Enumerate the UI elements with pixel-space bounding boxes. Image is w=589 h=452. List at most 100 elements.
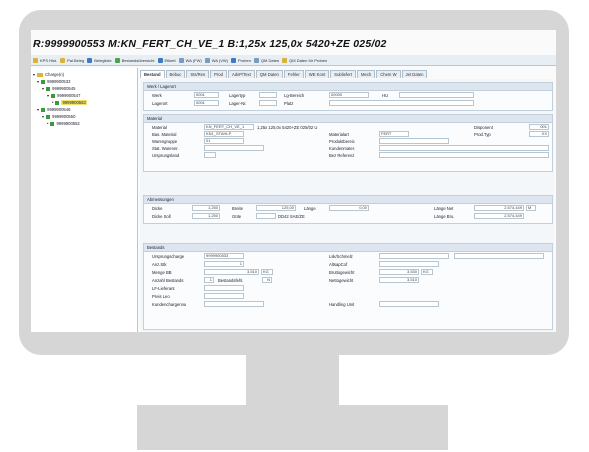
ursprungsland-label: Ursprungsland [152,153,180,158]
ursprungscharge-label: Ursprungscharge [152,254,185,259]
bezreferenz-field[interactable] [379,152,549,158]
kundenmaterial-field[interactable] [379,145,549,151]
laenge-netto-unit[interactable]: M [526,205,536,211]
anzahl-bestands-field[interactable]: 1 [204,277,214,283]
tree-item[interactable]: • 9999900552 [47,121,80,126]
laenge-netto-field[interactable]: 2.574,449 [474,205,524,211]
tab-subliefert[interactable]: Subliefert [330,70,356,78]
basis-material-label: Bas. Material [152,132,177,137]
dicke-field[interactable]: 1,250 [192,205,220,211]
material-field[interactable]: KN_FERT_CH_VE_1 [204,124,254,130]
ursprungscharge-field[interactable]: 9999900533 [204,253,244,259]
guete-field[interactable] [256,213,276,219]
detail-content: Werk / Lagerort Werk 0001 Lagertyp Lg-Be… [140,79,554,332]
group-bestands: Bestands Ursprungscharge 9999900533 Lsk/… [143,243,553,330]
tree-item-selected[interactable]: • 9999900553 [52,100,87,105]
sap-screen: R:9999900553 M:KN_FERT_CH_VE_1 B:1,25x 1… [31,30,556,332]
batch-icon [51,93,56,98]
tab-prod[interactable]: Prod [210,70,227,78]
handling-unit-field[interactable] [379,301,439,307]
statwarenn-field[interactable] [204,145,264,151]
dicke-soll-field[interactable]: 1,250 [192,213,220,219]
platz-field[interactable] [329,100,474,106]
lgbereich-field[interactable]: 00000 [329,92,369,98]
tab-jet-daten[interactable]: Jet Daten [401,70,428,78]
lagernr-label: Lager-Nr. [229,101,247,106]
lagerort-field[interactable]: 0001 [194,100,219,106]
menge-unit[interactable]: KG [261,269,273,275]
ursprungsland-field[interactable] [204,152,216,158]
label-icon [157,57,163,63]
tab-advp-text[interactable]: AdvP/Text [227,70,255,78]
laenge-field[interactable]: 0,00 [329,205,369,211]
anz-stk-field[interactable]: 1 [204,261,244,267]
statwarenn-label: Stat. Warennr. [152,146,179,151]
batch-icon [55,100,60,105]
produktbereich-field[interactable] [379,138,449,144]
bestandsfehl-field[interactable]: N [262,277,272,283]
lagernr-field[interactable] [259,100,277,106]
warengruppe-field[interactable]: 01 [204,138,244,144]
tree-item[interactable]: ▾ 9999900533 [37,79,70,84]
tree-item[interactable]: ▾ 9999900547 [47,93,80,98]
toolbar-qm-daten-proben[interactable]: QM Daten für Proben [282,57,327,63]
tree-item[interactable]: ▾ 9999900550 [42,114,75,119]
laenge-brutto-field[interactable]: 2.574,449 [474,213,524,219]
toolbar-wa-fw[interactable]: WA (FW) [178,57,202,63]
menge-field[interactable]: 3,510 [204,269,259,275]
bestandsfehl-label: Bestandsfehl. [218,278,244,283]
hu-field[interactable] [399,92,474,98]
tab-bebuc[interactable]: Bebuc [165,70,186,78]
bruttogewicht-field[interactable]: 3,530 [379,269,419,275]
lagertyp-field[interactable] [259,92,277,98]
guete-label: Güte [232,214,242,219]
kundenchargennu-field[interactable] [204,301,264,307]
guete-value: DD42 SAE/ZE [278,214,305,219]
tree-root[interactable]: ▾ Charge(n) [33,72,64,77]
toolbar-etikett[interactable]: Etikett [157,57,176,63]
tab-we-kont[interactable]: WE Kont [304,70,330,78]
breite-field[interactable]: 125,00 [256,205,296,211]
tab-sts-res[interactable]: Sts/Res [186,70,210,78]
nettogewicht-field[interactable]: 3,510 [379,277,419,283]
bruttogewicht-unit[interactable]: KG [421,269,433,275]
preis-field[interactable] [204,293,244,299]
batch-icon [50,121,55,126]
dicke-soll-label: Dicke Soll [152,214,171,219]
toolbar-qm-daten[interactable]: QM Daten [253,57,279,63]
toolbar-kps-hist[interactable]: KPS Hist. [33,57,57,63]
tab-bestand[interactable]: Bestand [140,70,165,78]
material-label: Material [152,125,167,130]
toolbar-wa-vw[interactable]: WA (VW) [204,57,228,63]
disponent-field[interactable]: 001 [529,124,549,130]
toolbar-bestandsuebersicht[interactable]: Bestandsübersicht [114,57,155,63]
bruttogewicht-label: Bruttogewicht [329,270,355,275]
materialart-label: Materialart [329,132,349,137]
produktbereich-label: Produktbereic [329,139,355,144]
toolbar-pal-beleg[interactable]: Pal.Beleg [60,57,84,63]
toolbar-proben[interactable]: Proben [231,57,251,63]
prodtyp-field[interactable]: XX [529,131,549,137]
prodtyp-label: Prod.Typ [474,132,491,137]
tab-mech[interactable]: Mech [357,70,376,78]
group-abmessungen: Abmessungen Dicke 1,250 Breite 125,00 Lä… [143,195,553,224]
tab-fehler[interactable]: Fehler [283,70,304,78]
materialart-field[interactable]: FERT [379,131,409,137]
folder-icon [37,72,44,77]
laenge-label: Länge [304,206,316,211]
hu-label: HU [382,93,389,98]
kundenchargennu-label: Kundenchargennu [152,302,187,307]
tab-qm-daten[interactable]: QM Daten [255,70,283,78]
lsk-schmelz-extra-field[interactable] [454,253,544,259]
tab-chem[interactable]: Chem W [376,70,401,78]
sample-icon [231,57,237,63]
toolbar-belegliste[interactable]: Belegliste [87,57,112,63]
basis-material-field[interactable]: KN1_STAHLP [204,131,244,137]
lsk-schmelz-field[interactable] [379,253,449,259]
tree-item[interactable]: ▾ 9999900545 [42,86,75,91]
lf-lieferant-field[interactable] [204,285,244,291]
werk-field[interactable]: 0001 [194,92,219,98]
altsap-field[interactable] [379,261,439,267]
bezreferenz-label: Bez Referenz [329,153,355,158]
tree-item[interactable]: ▾ 9999900546 [37,107,70,112]
